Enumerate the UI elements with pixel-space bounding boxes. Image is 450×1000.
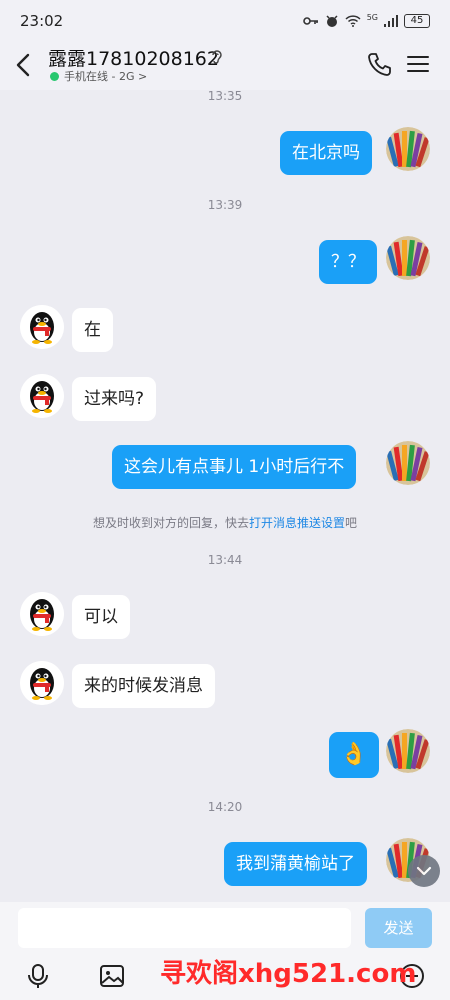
notice-suffix: 吧: [345, 516, 358, 530]
message-bubble-sent[interactable]: 在北京吗: [280, 131, 372, 175]
message-bubble-sent[interactable]: 这会儿有点事儿 1小时后行不: [112, 445, 357, 489]
open-push-settings-link[interactable]: 打开消息推送设置: [249, 516, 345, 530]
notice-text: 想及时收到对方的回复，快去: [92, 516, 249, 530]
microphone-icon[interactable]: [24, 962, 52, 990]
message-bubble-sent-emoji[interactable]: 👌: [329, 732, 379, 778]
chevron-right-icon: >: [138, 70, 148, 83]
message-bubble-received[interactable]: 来的时候发消息: [72, 664, 215, 708]
chat-header: 露露17810208162 手机在线 - 2G >: [0, 42, 450, 90]
contact-avatar[interactable]: [20, 592, 64, 636]
status-icons: 5G 45: [302, 12, 430, 28]
my-avatar[interactable]: [386, 729, 430, 773]
message-timestamp: 13:44: [207, 553, 243, 567]
signal-icon: [384, 15, 398, 27]
message-bubble-sent[interactable]: 我到蒲黄榆站了: [224, 842, 367, 886]
message-timestamp: 13:39: [207, 198, 243, 212]
battery-icon: 45: [404, 14, 430, 28]
contact-avatar[interactable]: [20, 374, 64, 418]
ear-icon[interactable]: [210, 48, 224, 66]
message-bubble-sent[interactable]: ？？: [319, 240, 377, 284]
scroll-to-bottom-button[interactable]: [408, 855, 440, 887]
phone-call-icon[interactable]: [366, 50, 392, 78]
input-area: 发送 寻欢阁xhg521.com: [0, 902, 450, 1000]
network-type: 5G: [366, 12, 378, 22]
back-icon[interactable]: [10, 50, 38, 80]
online-status[interactable]: 手机在线 - 2G >: [64, 68, 147, 84]
message-bubble-received[interactable]: 过来吗?: [72, 377, 157, 421]
contact-avatar[interactable]: [20, 305, 64, 349]
wifi-icon: [345, 15, 361, 27]
image-icon[interactable]: [98, 962, 126, 990]
alarm-icon: [326, 15, 338, 27]
online-status-dot: [50, 72, 59, 81]
message-timestamp: 13:35: [207, 89, 243, 103]
my-avatar[interactable]: [386, 441, 430, 485]
key-icon: [302, 17, 318, 25]
contact-avatar[interactable]: [20, 661, 64, 705]
status-time: 23:02: [20, 12, 64, 30]
my-avatar[interactable]: [386, 127, 430, 171]
contact-name[interactable]: 露露17810208162: [48, 44, 219, 71]
my-avatar[interactable]: [386, 236, 430, 280]
message-input[interactable]: [18, 908, 351, 948]
watermark-text: 寻欢阁xhg521.com: [160, 959, 417, 989]
message-bubble-received[interactable]: 可以: [72, 595, 130, 639]
message-timestamp: 14:20: [207, 800, 243, 814]
message-bubble-received[interactable]: 在: [72, 308, 113, 352]
push-notification-notice: 想及时收到对方的回复，快去打开消息推送设置吧: [0, 514, 450, 531]
send-button[interactable]: 发送: [365, 908, 432, 948]
status-bar: 23:02 5G 45: [0, 0, 450, 42]
menu-icon[interactable]: [405, 50, 431, 78]
